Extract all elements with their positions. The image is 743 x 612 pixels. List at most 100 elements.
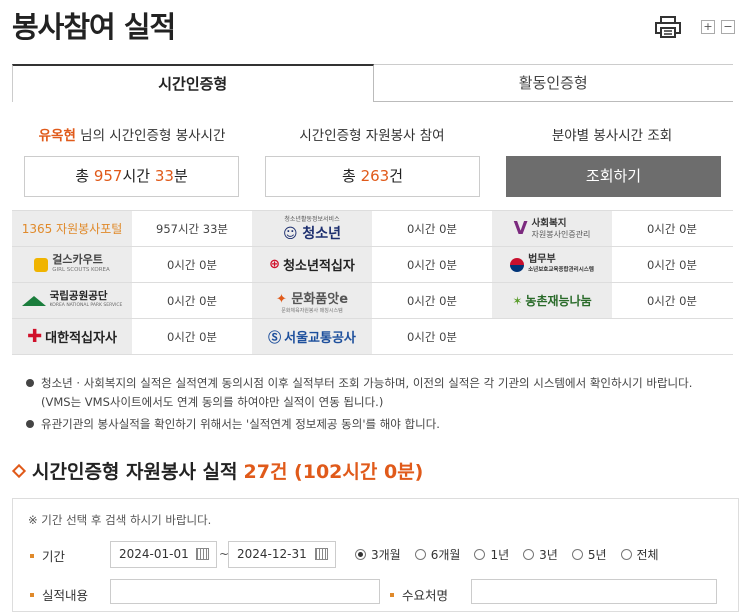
diamond-icon — [11, 463, 27, 478]
org-value: 0시간 0분 — [132, 247, 252, 282]
radio-label: 1년 — [490, 548, 510, 562]
date-from-input[interactable]: 2024-01-01 — [110, 541, 217, 568]
org-value: 0시간 0분 — [132, 319, 252, 354]
content-label: 실적내용 — [30, 585, 88, 604]
radio-dot[interactable] — [355, 549, 366, 560]
radio-all[interactable]: 전체 — [620, 546, 659, 563]
total-prefix: 총 — [75, 167, 94, 185]
red-cross-icon: ✚ — [27, 326, 43, 347]
content-label-text: 실적내용 — [42, 588, 89, 603]
org-logo-text: 사회복지 — [531, 217, 567, 229]
org-logo-text: 1365 자원봉사포털 — [21, 222, 123, 236]
org-row: 걸스카우트 GIRL SCOUTS KOREA 0시간 0분 ⊕ 청소년적십자 0… — [12, 247, 733, 283]
radio-label: 3개월 — [371, 548, 401, 562]
bullet-icon — [26, 379, 34, 387]
v-icon: V — [513, 218, 528, 239]
org-logo-subtext: GIRL SCOUTS KOREA — [52, 266, 110, 273]
org-logo-subtext: 자원봉사인증관리 — [531, 229, 591, 239]
org-logo-subtext: 소년보호교육종합관리시스템 — [528, 266, 594, 273]
org-logo-ministry-of-justice: 법무부 소년보호교육종합관리시스템 — [492, 247, 612, 282]
total-hours-value: 957 — [93, 167, 123, 185]
total-hours-box: 총 957시간 33분 — [24, 156, 239, 197]
total-minutes-value: 33 — [154, 167, 174, 185]
radio-3-months[interactable]: 3개월 — [355, 546, 401, 563]
radio-6-months[interactable]: 6개월 — [414, 546, 460, 563]
org-value: 0시간 0분 — [612, 247, 732, 282]
summary-field-lookup-label: 분야별 봉사시간 조회 — [551, 128, 673, 144]
printer-icon[interactable] — [655, 16, 681, 38]
user-name: 유옥현 — [38, 128, 76, 144]
section-stat: 27건 (102시간 0분) — [243, 461, 424, 483]
search-hint: ※ 기간 선택 후 검색 하시기 바랍니다. — [28, 513, 212, 527]
org-logo-youth-red-cross: ⊕ 청소년적십자 — [252, 247, 372, 282]
zoom-out-button[interactable]: − — [721, 20, 735, 34]
org-logo-subtext: 청소년활동정보서비스 — [284, 216, 340, 223]
org-logo-1365: 1365 자원봉사포털 — [12, 211, 132, 246]
radio-label: 3년 — [539, 548, 558, 562]
content-input[interactable] — [110, 579, 380, 604]
org-logo-seoul-metro: Ⓢ 서울교통공사 — [252, 319, 372, 354]
search-panel: ※ 기간 선택 후 검색 하시기 바랍니다. 기간 2024-01-01 ~ 2… — [12, 498, 739, 612]
notes: 청소년 · 사회복지의 실적은 실적연계 동의시점 이후 실적부터 조회 가능하… — [26, 374, 693, 434]
org-logo-text: 문화품앗e — [291, 291, 349, 307]
note-text: 청소년 · 사회복지의 실적은 실적연계 동의시점 이후 실적부터 조회 가능하… — [41, 376, 693, 390]
radio-dot[interactable] — [523, 549, 535, 560]
summary-boxes: 총 957시간 33분 총 263건 조회하기 — [24, 156, 721, 197]
org-row: ✚ 대한적십자사 0시간 0분 Ⓢ 서울교통공사 0시간 0분 — [12, 319, 733, 355]
org-logo-korean-red-cross: ✚ 대한적십자사 — [12, 319, 132, 354]
org-logo-text: 대한적십자사 — [45, 331, 117, 346]
org-logo-text: 서울교통공사 — [284, 331, 356, 346]
period-label: 기간 — [30, 546, 65, 565]
participation-count-value: 263 — [360, 167, 390, 185]
org-logo-youth: 청소년활동정보서비스 ☺ 청소년 — [252, 211, 372, 246]
bullet-square-icon — [30, 553, 34, 558]
bullet-icon — [26, 420, 34, 428]
org-row: 1365 자원봉사포털 957시간 33분 청소년활동정보서비스 ☺ 청소년 0… — [12, 211, 733, 247]
org-logo-social-welfare: V 사회복지 자원봉사인증관리 — [492, 211, 612, 246]
radio-5-years[interactable]: 5년 — [571, 546, 607, 563]
org-name-label-text: 수요처명 — [402, 588, 449, 603]
red-cross-circle-icon: ⊕ — [269, 257, 281, 272]
period-radio-group: 3개월 6개월 1년 3년 5년 전체 — [355, 546, 659, 563]
org-value: 0시간 0분 — [372, 211, 492, 246]
tab-activity-certified[interactable]: 활동인증형 — [373, 64, 733, 101]
tab-bar: 시간인증형 활동인증형 — [12, 64, 733, 102]
tab-time-certified[interactable]: 시간인증형 — [12, 64, 374, 102]
calendar-icon[interactable] — [315, 548, 328, 560]
radio-dot[interactable] — [571, 549, 583, 560]
radio-label: 5년 — [587, 548, 607, 562]
org-logo-national-park: 국립공원공단 KOREA NATIONAL PARK SERVICE — [12, 283, 132, 318]
calendar-icon[interactable] — [196, 548, 209, 560]
radio-dot[interactable] — [620, 549, 632, 560]
period-label-text: 기간 — [42, 549, 66, 564]
s-logo-icon: Ⓢ — [268, 331, 282, 346]
org-logo-text: 농촌재능나눔 — [525, 294, 592, 308]
radio-dot[interactable] — [414, 549, 426, 560]
org-logo-girl-scouts: 걸스카우트 GIRL SCOUTS KOREA — [12, 247, 132, 282]
smile-icon: ☺ — [282, 226, 298, 242]
date-to-input[interactable]: 2024-12-31 — [228, 541, 336, 568]
people-icon: ✦ — [275, 291, 287, 307]
summary-user-suffix: 님의 시간인증형 봉사시간 — [75, 128, 226, 144]
org-name-input[interactable] — [471, 579, 717, 604]
org-empty-cell — [492, 319, 732, 354]
org-logo-text: 국립공원공단 — [49, 289, 108, 302]
hours-unit: 시간 — [122, 167, 155, 185]
org-value: 0시간 0분 — [372, 319, 492, 354]
date-from-value: 2024-01-01 — [119, 547, 189, 561]
page-title: 봉사참여 실적 — [12, 10, 176, 44]
bullet-square-icon — [30, 592, 34, 597]
radio-3-years[interactable]: 3년 — [523, 546, 558, 563]
org-row: 국립공원공단 KOREA NATIONAL PARK SERVICE 0시간 0… — [12, 283, 733, 319]
lookup-button[interactable]: 조회하기 — [506, 156, 721, 197]
radio-dot[interactable] — [474, 549, 486, 560]
radio-1-year[interactable]: 1년 — [474, 546, 509, 563]
date-to-value: 2024-12-31 — [237, 547, 307, 561]
note-item: 유관기관의 봉사실적을 확인하기 위해서는 '실적연계 정보제공 동의'를 해야… — [26, 415, 692, 434]
radio-label: 전체 — [636, 548, 659, 562]
org-value: 0시간 0분 — [612, 211, 732, 246]
org-logo-rural-talent: ✶ 농촌재능나눔 — [492, 283, 612, 318]
zoom-in-button[interactable]: + — [701, 20, 715, 34]
org-logo-subtext: KOREA NATIONAL PARK SERVICE — [49, 302, 123, 308]
participation-count-box: 총 263건 — [265, 156, 480, 197]
